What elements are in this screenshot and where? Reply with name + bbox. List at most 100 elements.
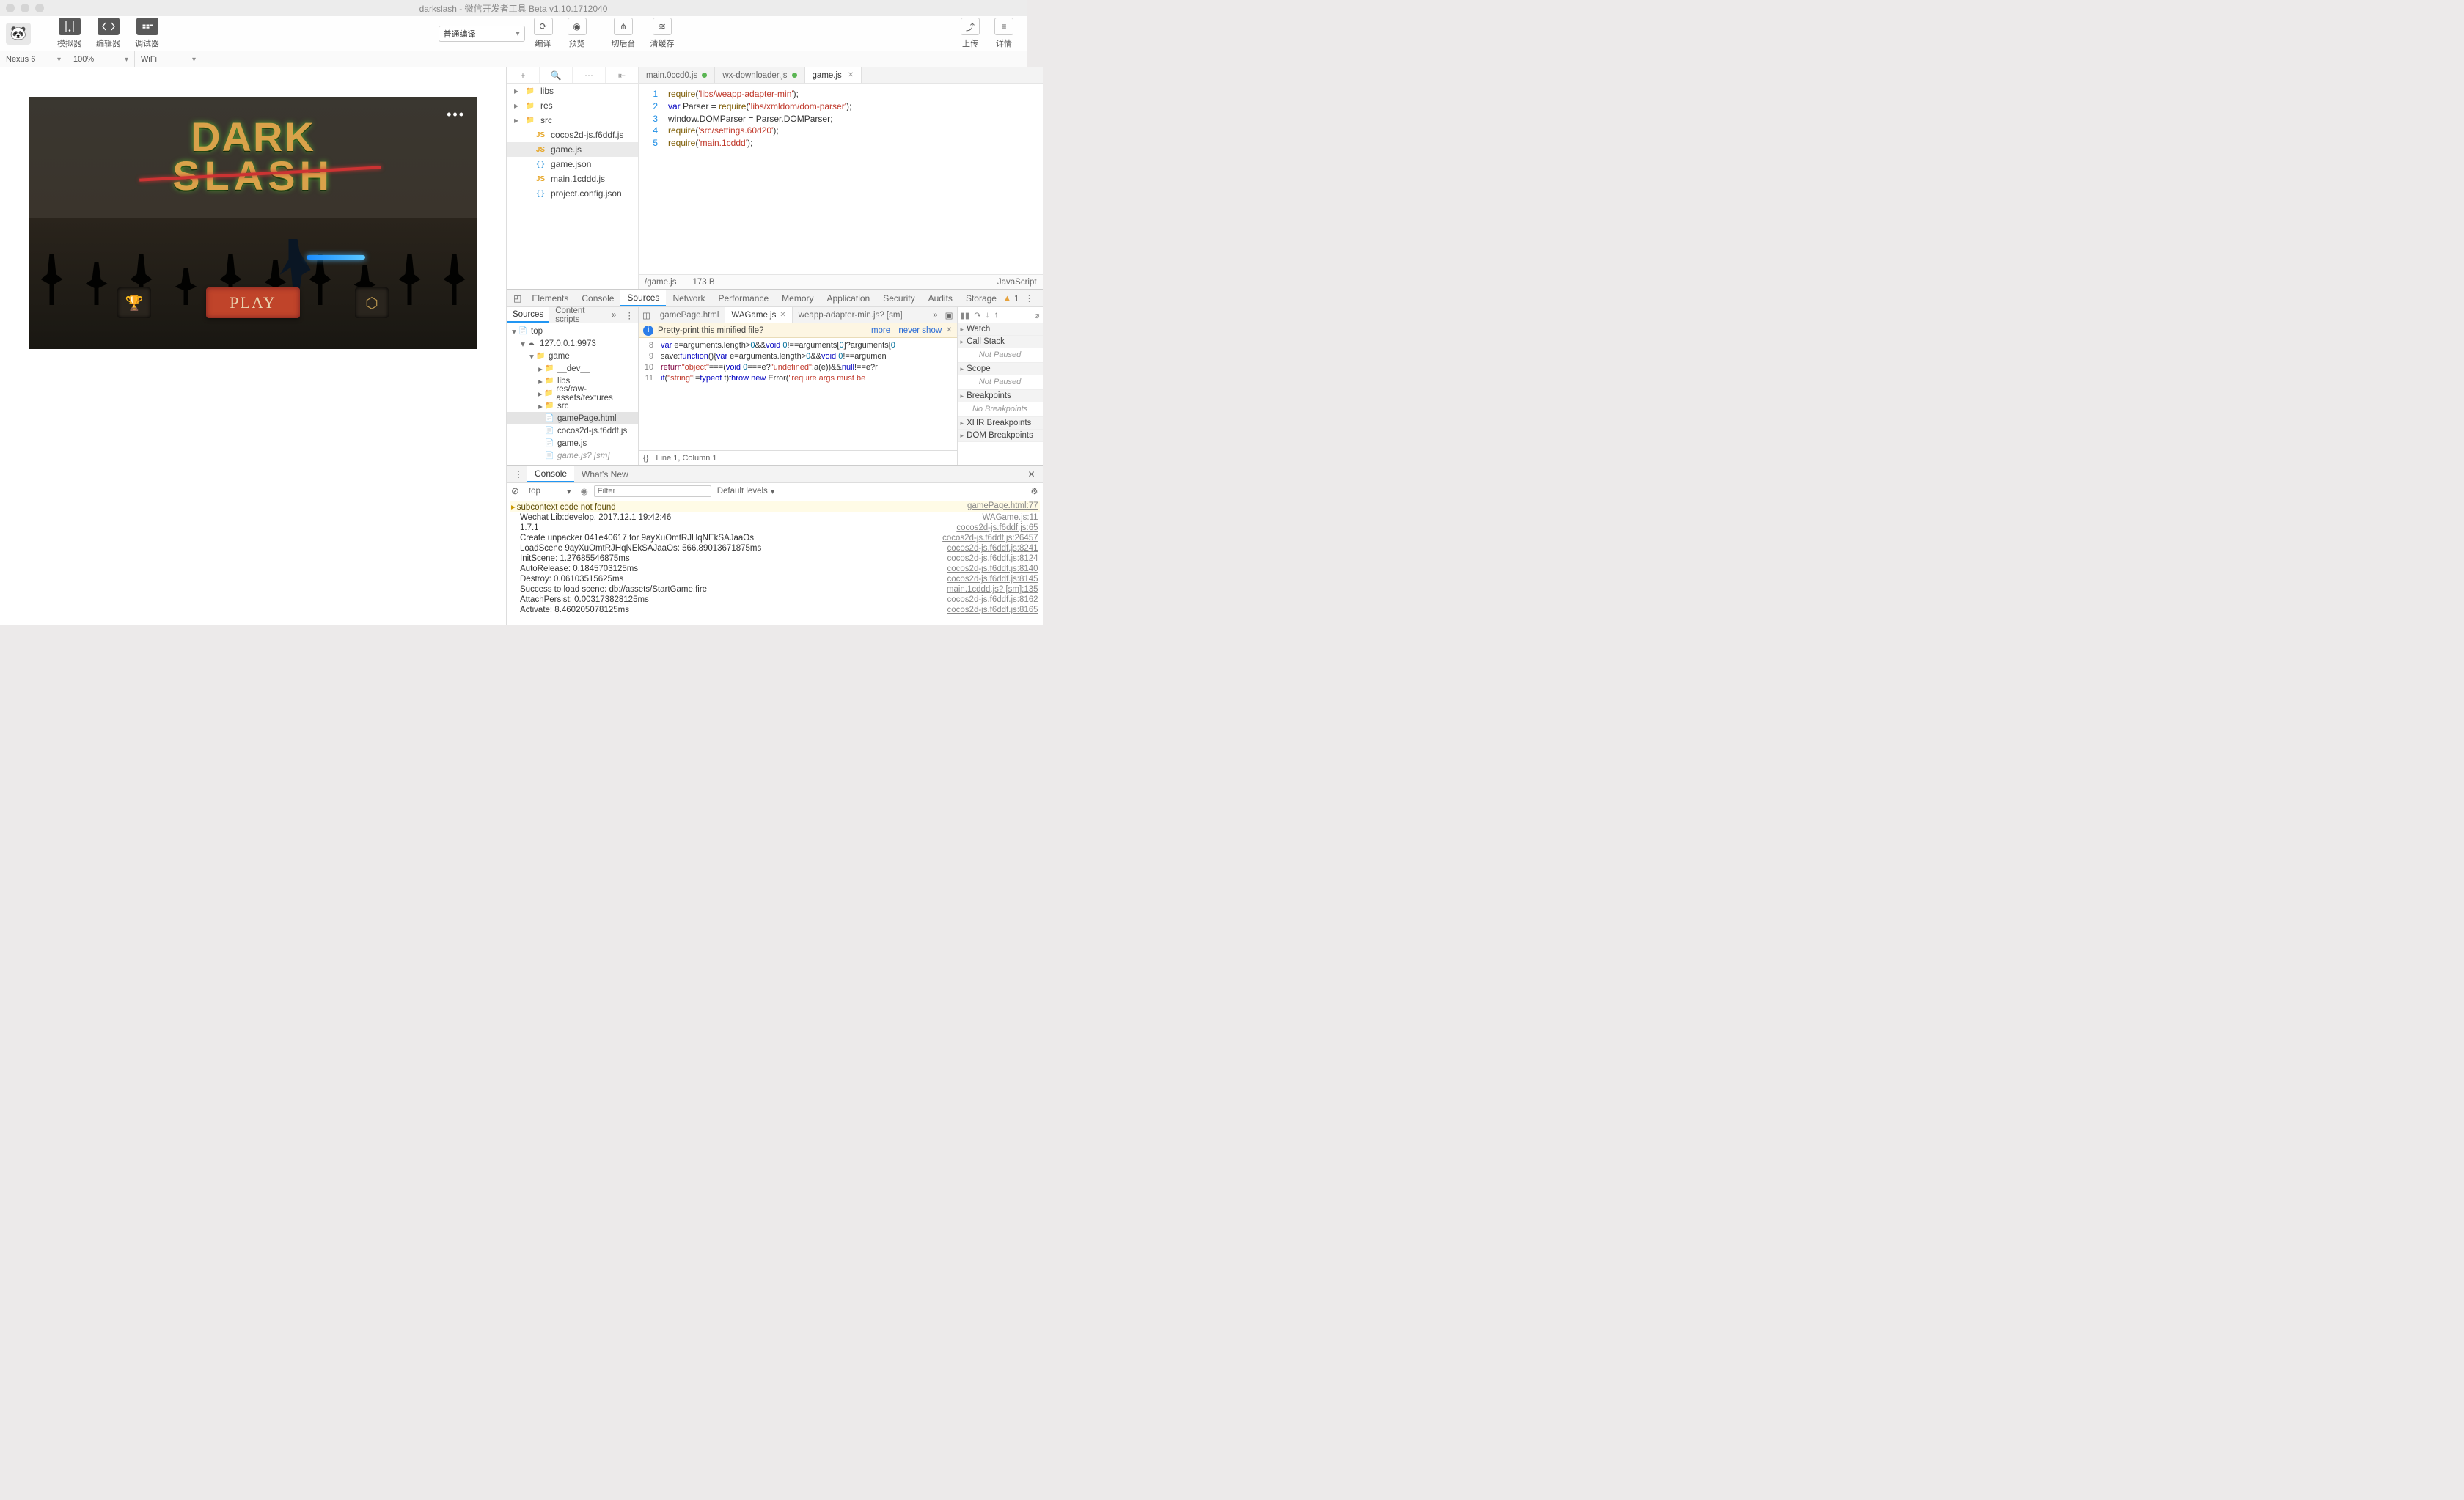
devtools-tab-audits[interactable]: Audits [922,290,959,306]
log-source-link[interactable]: cocos2d-js.f6ddf.js:8162 [940,595,1038,604]
drawer-close-icon[interactable]: ✕ [1023,469,1039,479]
clear-cache-button[interactable]: ≋清缓存 [650,18,675,49]
simulator-button[interactable]: 模拟器 [57,18,81,49]
game-menu-icon[interactable]: ••• [447,107,465,122]
console-clear-icon[interactable]: ⊘ [511,485,519,497]
file-cocos2d-js.f6ddf.js[interactable]: JScocos2d-js.f6ddf.js [507,128,638,142]
file-new-icon[interactable]: + [507,67,540,83]
device-select[interactable]: Nexus 6 [0,51,67,67]
console-levels-select[interactable]: Default levels▾ [717,486,775,496]
debug-section-dom-breakpoints[interactable]: DOM Breakpoints [958,430,1043,441]
tree-node-127.0.0.1:9973[interactable]: ▾☁127.0.0.1:9973 [507,337,638,350]
sources-subtab-content-scripts[interactable]: Content scripts [549,307,607,323]
debugger-stepout-icon[interactable]: ↑ [994,311,999,320]
pretty-more-link[interactable]: more [871,326,890,335]
sources-subtab-menu-icon[interactable]: ⋮ [621,307,639,323]
sources-subtab-more-icon[interactable]: » [607,307,620,323]
file-game.js[interactable]: JSgame.js [507,142,638,157]
log-source-link[interactable]: WAGame.js:11 [975,513,1038,522]
tree-node-gamePage.html[interactable]: 📄gamePage.html [507,412,638,424]
editor-button[interactable]: 编辑器 [96,18,120,49]
tabs-overflow-icon[interactable]: » [929,311,941,320]
source-file-tab-WAGame.js[interactable]: WAGame.js✕ [725,307,792,323]
debugger-pause-icon[interactable]: ▮▮ [961,310,970,320]
devtools-inspect-icon[interactable]: ◰ [510,290,525,306]
debug-section-watch[interactable]: Watch [958,323,1043,335]
console-live-icon[interactable]: ◉ [581,486,588,496]
folder-libs[interactable]: ▸📁libs [507,84,638,98]
file-more-icon[interactable]: ⋯ [573,67,606,83]
debugger-stepin-icon[interactable]: ↓ [986,311,990,320]
device-screen[interactable]: DARK SLASH 🏆 PLAY ⬡ ••• [29,97,477,349]
file-search-icon[interactable]: 🔍 [540,67,573,83]
console-settings-icon[interactable]: ⚙ [1030,486,1038,496]
tree-node-top[interactable]: ▾📄top [507,325,638,337]
devtools-tab-security[interactable]: Security [876,290,921,306]
network-select[interactable]: WiFi [135,51,202,67]
devtools-tab-elements[interactable]: Elements [525,290,575,306]
toggle-sidebar-icon[interactable]: ▣ [942,310,957,320]
devtools-tab-application[interactable]: Application [821,290,877,306]
debug-section-call-stack[interactable]: Call Stack [958,336,1043,348]
debugger-deactivate-icon[interactable]: ⌀ [1035,310,1040,320]
devtools-tab-performance[interactable]: Performance [711,290,775,306]
devtools-tab-network[interactable]: Network [666,290,711,306]
tree-node-game[interactable]: ▾📁game [507,350,638,362]
file-project.config.json[interactable]: { }project.config.json [507,186,638,201]
sources-subtab-sources[interactable]: Sources [507,307,549,323]
editor-tab-main.0ccd0.js[interactable]: main.0ccd0.js [639,67,715,83]
background-button[interactable]: ⋔切后台 [612,18,636,49]
folder-src[interactable]: ▸📁src [507,113,638,128]
debug-section-scope[interactable]: Scope [958,363,1043,375]
debugger-stepover-icon[interactable]: ↷ [974,310,981,320]
tree-node-cocos2d-js.f6ddf.js[interactable]: 📄cocos2d-js.f6ddf.js [507,424,638,437]
drawer-tab-console[interactable]: Console [527,466,574,482]
log-source-link[interactable]: cocos2d-js.f6ddf.js:8241 [940,544,1038,553]
tree-node-game.js? [sm][interactable]: 📄game.js? [sm] [507,449,638,462]
log-source-link[interactable]: cocos2d-js.f6ddf.js:8140 [940,565,1038,573]
game-play-button[interactable]: PLAY [206,287,300,318]
preview-button[interactable]: ◉预览 [568,18,587,49]
editor-tab-wx-downloader.js[interactable]: wx-downloader.js [715,67,804,83]
devtools-tab-sources[interactable]: Sources [620,290,666,306]
pretty-close-icon[interactable]: ✕ [946,326,952,334]
debug-section-xhr-breakpoints[interactable]: XHR Breakpoints [958,417,1043,429]
upload-button[interactable]: ⤴上传 [961,18,980,49]
log-source-link[interactable]: cocos2d-js.f6ddf.js:8145 [940,575,1038,584]
log-source-link[interactable]: cocos2d-js.f6ddf.js:26457 [935,534,1038,543]
devtools-tab-storage[interactable]: Storage [959,290,1003,306]
source-file-tab-gamePage.html[interactable]: gamePage.html [654,307,726,323]
pretty-never-link[interactable]: never show [898,326,942,335]
file-collapse-icon[interactable]: ⇤ [606,67,638,83]
log-source-link[interactable]: cocos2d-js.f6ddf.js:8165 [940,606,1038,614]
file-main.1cddd.js[interactable]: JSmain.1cddd.js [507,172,638,186]
debug-section-breakpoints[interactable]: Breakpoints [958,390,1043,402]
nav-file-list-icon[interactable]: ◫ [639,310,654,320]
editor-tab-game.js[interactable]: game.js✕ [805,67,862,83]
debugger-button[interactable]: 调试器 [135,18,159,49]
warning-icon[interactable]: ▲ [1003,294,1011,303]
devtools-tab-console[interactable]: Console [575,290,620,306]
file-game.json[interactable]: { }game.json [507,157,638,172]
devtools-tab-memory[interactable]: Memory [775,290,820,306]
folder-res[interactable]: ▸📁res [507,98,638,113]
window-controls[interactable] [6,4,44,12]
game-trophy-button[interactable]: 🏆 [117,287,151,318]
game-shield-button[interactable]: ⬡ [355,287,389,318]
console-context-select[interactable]: top▾ [525,485,575,498]
console-filter-input[interactable] [594,485,711,497]
log-source-link[interactable]: cocos2d-js.f6ddf.js:65 [949,523,1038,532]
log-source-link[interactable]: main.1cddd.js? [sm]:135 [939,585,1038,594]
tree-node-res/raw-assets/textures[interactable]: ▸📁res/raw-assets/textures [507,387,638,400]
drawer-tab-whatsnew[interactable]: What's New [574,466,636,482]
drawer-menu-icon[interactable]: ⋮ [510,469,527,479]
tree-node-game.js[interactable]: 📄game.js [507,437,638,449]
tree-node-__dev__[interactable]: ▸📁__dev__ [507,362,638,375]
log-source-link[interactable]: gamePage.html:77 [960,501,1038,512]
devtools-menu-icon[interactable]: ⋮ [1022,293,1037,304]
compile-mode-select[interactable]: 普通编译 [439,26,525,42]
pretty-print-button[interactable]: {} [643,454,648,463]
source-file-tab-weapp-adapter-min.js? [sm][interactable]: weapp-adapter-min.js? [sm] [793,307,909,323]
compile-button[interactable]: ⟳编译 [534,18,553,49]
zoom-select[interactable]: 100% [67,51,135,67]
